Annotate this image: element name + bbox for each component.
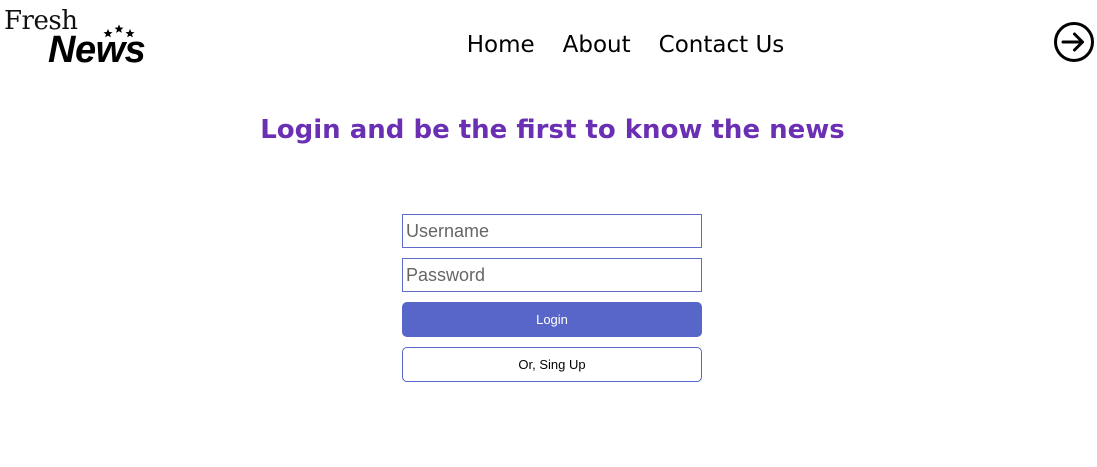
username-input[interactable] xyxy=(402,214,702,248)
page-title: Login and be the first to know the news xyxy=(260,115,845,145)
signup-button[interactable]: Or, Sing Up xyxy=(402,347,702,382)
nav-link-about[interactable]: About xyxy=(563,28,631,62)
password-input[interactable] xyxy=(402,258,702,292)
login-button[interactable]: Login xyxy=(402,302,702,337)
sign-in-arrow-icon[interactable] xyxy=(1053,21,1095,63)
nav-link-contact-us[interactable]: Contact Us xyxy=(659,28,785,62)
nav-link-home[interactable]: Home xyxy=(467,28,535,62)
nav-links: Home About Contact Us xyxy=(453,28,799,62)
main-nav: Home About Contact Us xyxy=(0,28,1097,62)
login-form: Login Or, Sing Up xyxy=(402,214,702,382)
